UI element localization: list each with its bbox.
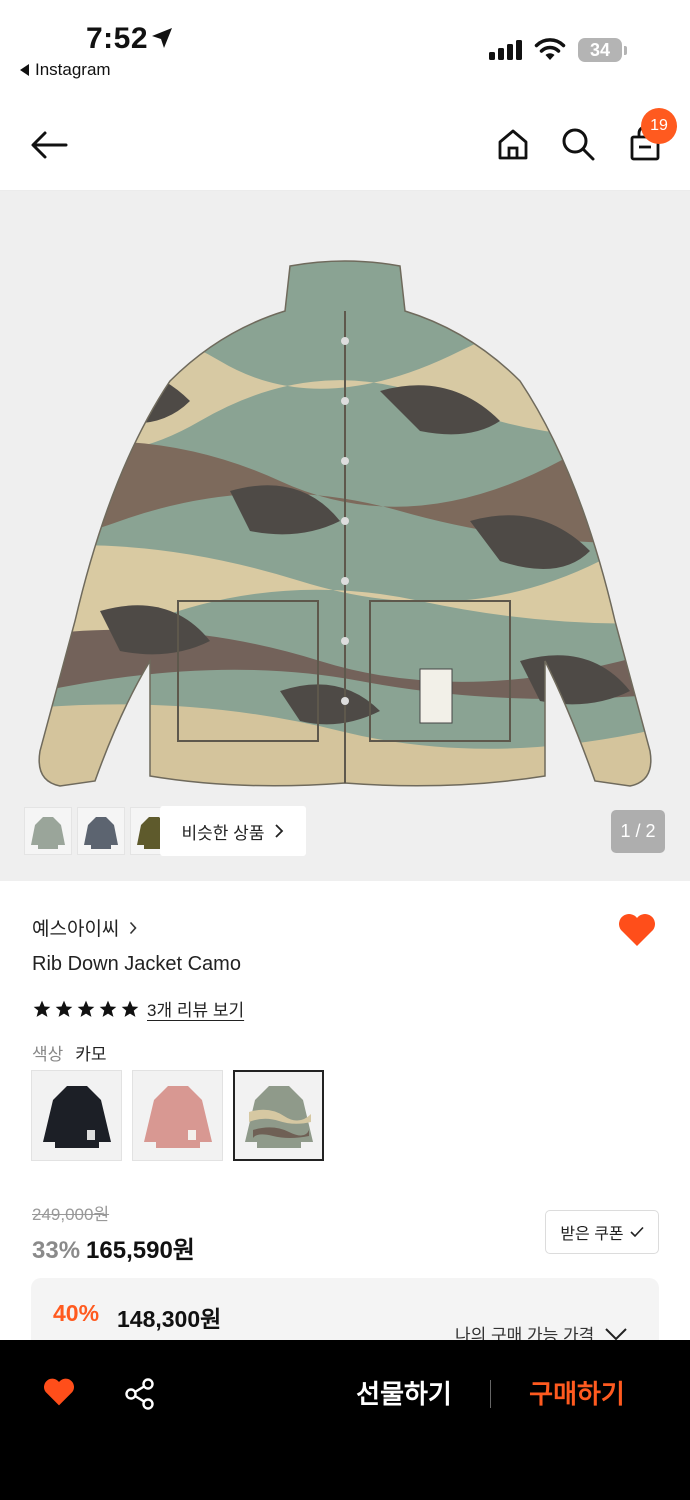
status-bar: 7:52 Instagram 34 [0, 0, 690, 96]
reviews-link[interactable]: 3개 리뷰 보기 [147, 996, 244, 1021]
original-price: 249,000원 [32, 1205, 110, 1224]
brand-link[interactable]: 예스아이씨 [32, 914, 137, 941]
jacket-swatch-icon [143, 1085, 212, 1148]
back-triangle-icon [20, 64, 29, 76]
similar-products-label: 비슷한 상품 [181, 823, 265, 843]
search-button[interactable] [558, 124, 598, 164]
sale-price-row: 33% 165,590원 [32, 1230, 195, 1265]
sale-price: 165,590원 [86, 1237, 195, 1264]
app-header [0, 96, 690, 191]
star-icon [77, 1000, 95, 1017]
share-button[interactable] [124, 1377, 156, 1416]
chevron-right-icon [275, 824, 284, 838]
buy-button[interactable]: 구매하기 [512, 1374, 642, 1414]
my-price: 148,300원 [117, 1306, 222, 1332]
jacket-thumb-icon [31, 817, 65, 849]
bottom-bar-divider [490, 1380, 491, 1408]
jacket-swatch-icon [244, 1085, 313, 1148]
coupon-button-label: 받은 쿠폰 [560, 1226, 624, 1243]
color-row: 색상 카모 [32, 1040, 107, 1065]
my-discount-rate: 40% [53, 1300, 100, 1326]
search-icon [562, 128, 595, 161]
jacket-swatch-icon [42, 1085, 111, 1148]
star-icon [33, 1000, 51, 1017]
location-arrow-icon [152, 28, 172, 48]
chevron-right-icon [130, 921, 137, 934]
status-time: 7:52 [86, 22, 149, 55]
product-jacket-image [38, 260, 652, 787]
battery-level: 34 [589, 40, 611, 60]
rating-stars [32, 999, 140, 1019]
discount-rate: 33% [32, 1237, 81, 1264]
wishlist-button[interactable] [617, 912, 657, 953]
gallery-thumbnails [24, 807, 178, 855]
jacket-thumb-icon [84, 817, 118, 849]
brand-name: 예스아이씨 [32, 919, 120, 940]
bottom-action-bar: 선물하기 구매하기 [0, 1340, 690, 1500]
battery-cap [624, 46, 627, 55]
gallery-thumbnail[interactable] [24, 807, 72, 855]
cart-count-badge: 19 [641, 108, 677, 144]
star-icon [99, 1000, 117, 1017]
cellular-signal-icon [489, 40, 522, 60]
color-option-pink[interactable] [132, 1070, 223, 1161]
color-options [31, 1070, 324, 1161]
home-button[interactable] [493, 124, 533, 164]
color-value: 카모 [75, 1045, 107, 1064]
rating-row: 3개 리뷰 보기 [32, 996, 244, 1021]
similar-products-button[interactable]: 비슷한 상품 [160, 806, 306, 856]
check-icon [630, 1226, 644, 1238]
color-label: 색상 [32, 1045, 64, 1064]
received-coupon-button[interactable]: 받은 쿠폰 [545, 1210, 659, 1254]
star-icon [121, 1000, 139, 1017]
gallery-thumbnail[interactable] [77, 807, 125, 855]
color-option-black[interactable] [31, 1070, 122, 1161]
back-arrow-icon [31, 131, 68, 159]
back-button[interactable] [28, 124, 70, 166]
back-app-label: Instagram [35, 60, 111, 79]
share-icon [125, 1378, 154, 1410]
gift-button[interactable]: 선물하기 [340, 1374, 468, 1414]
product-image-gallery[interactable]: 비슷한 상품 1 / 2 [0, 191, 690, 881]
wifi-icon [534, 38, 566, 60]
gallery-page-indicator: 1 / 2 [611, 810, 665, 853]
star-icon [55, 1000, 73, 1017]
bottom-wishlist-button[interactable] [42, 1377, 76, 1412]
heart-icon [619, 914, 655, 946]
color-option-camo[interactable] [233, 1070, 324, 1161]
product-title: Rib Down Jacket Camo [32, 953, 241, 975]
chevron-down-icon [605, 1327, 628, 1340]
home-icon [498, 129, 528, 160]
back-to-instagram[interactable]: Instagram [20, 60, 111, 80]
heart-icon [44, 1378, 74, 1406]
battery-icon: 34 [578, 38, 622, 62]
